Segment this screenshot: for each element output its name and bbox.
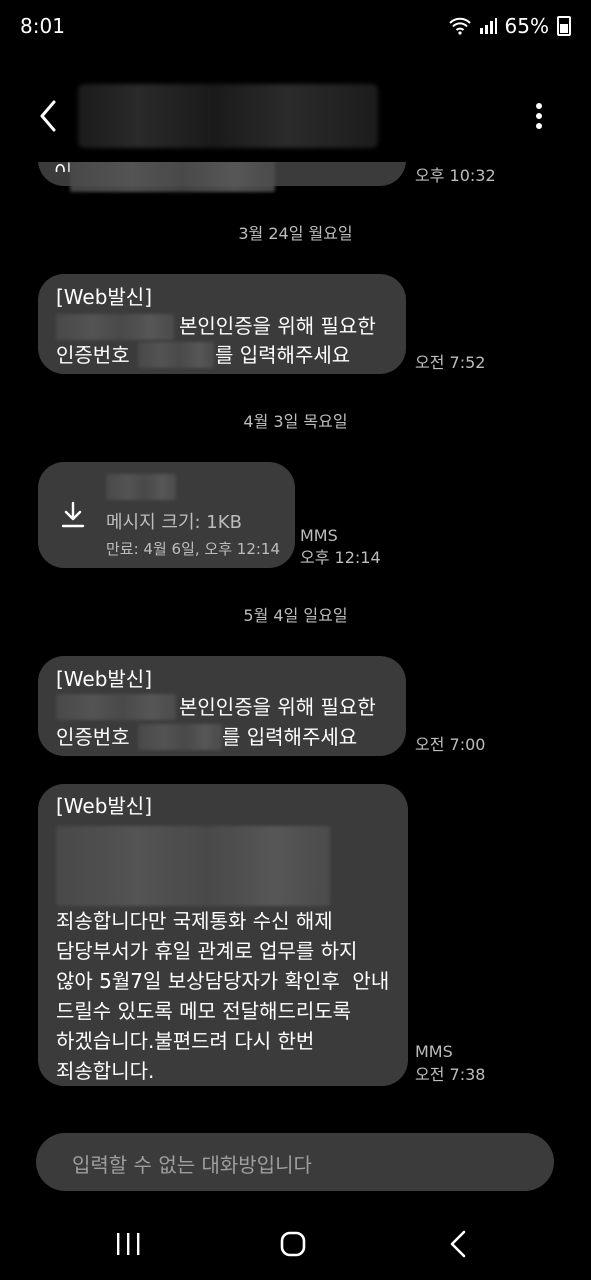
battery-percent: 65% xyxy=(504,14,549,38)
wifi-icon xyxy=(448,17,471,35)
mms-expiry: 만료: 4월 6일, 오후 12:14 xyxy=(106,540,281,558)
message-line: 인증번호 xyxy=(56,343,130,367)
recents-icon[interactable] xyxy=(108,1224,148,1264)
home-icon[interactable] xyxy=(273,1224,313,1264)
message-line: 죄송합니다만 국제통화 수신 해제 xyxy=(56,909,333,933)
more-options-icon-overlay xyxy=(536,103,542,129)
back-arrow-icon-overlay xyxy=(40,100,56,132)
date-divider: 3월 24일 월요일 xyxy=(238,224,353,243)
message-line: 본인인증을 위해 필요한 xyxy=(179,314,376,338)
message-line: 를 입력해주세요 xyxy=(215,343,351,367)
message-time: 오전 7:52 xyxy=(415,353,486,372)
status-icons-overlay: 65% xyxy=(448,14,571,38)
message-time: 오전 7:00 xyxy=(415,735,486,754)
message-header: [Web발신] xyxy=(56,285,153,309)
signal-icon xyxy=(479,18,497,34)
message-line: 죄송합니다. xyxy=(56,1059,155,1083)
date-divider: 5월 4일 일요일 xyxy=(243,606,348,625)
message-header: [Web발신] xyxy=(56,794,153,818)
redacted-text xyxy=(56,314,174,340)
message-line: 담당부서가 휴일 관계로 업무를 하지 xyxy=(56,939,358,963)
message-line: 않아 5월7일 보상담당자가 확인후 안내 xyxy=(56,969,390,993)
message-line: 를 입력해주세요 xyxy=(222,725,358,749)
date-divider: 4월 3일 목요일 xyxy=(243,412,348,431)
status-time-overlay: 8:01 xyxy=(20,14,65,38)
download-icon[interactable] xyxy=(58,500,88,530)
message-time: 오후 12:14 xyxy=(300,548,381,567)
back-icon[interactable] xyxy=(440,1224,480,1264)
redacted-text xyxy=(56,694,176,720)
message-body: 죄송합니다만 국제통화 수신 해제 담당부서가 휴일 관계로 업무를 하지 않아… xyxy=(56,906,389,1086)
message-line: 본인인증을 위해 필요한 xyxy=(179,695,376,719)
battery-icon xyxy=(557,16,571,36)
redacted-code xyxy=(138,724,222,750)
input-placeholder: 입력할 수 없는 대화방입니다 xyxy=(72,1153,312,1177)
message-line: 인증번호 xyxy=(56,725,130,749)
redacted-text xyxy=(56,826,330,906)
contact-name-redacted-overlay xyxy=(78,84,378,148)
message-line: 드릴수 있도록 메모 전달해드리도록 xyxy=(56,999,352,1023)
redacted-text xyxy=(106,474,176,500)
redacted-code xyxy=(138,342,214,368)
message-line: 하겠습니다.불편드려 다시 한번 xyxy=(56,1029,315,1053)
message-type: MMS xyxy=(300,526,338,545)
message-header: [Web발신] xyxy=(56,667,153,691)
mms-size: 메시지 크기: 1KB xyxy=(106,512,242,533)
message-type: MMS xyxy=(415,1042,453,1061)
message-time: 오후 10:32 xyxy=(415,166,496,185)
message-time: 오전 7:38 xyxy=(415,1065,486,1084)
